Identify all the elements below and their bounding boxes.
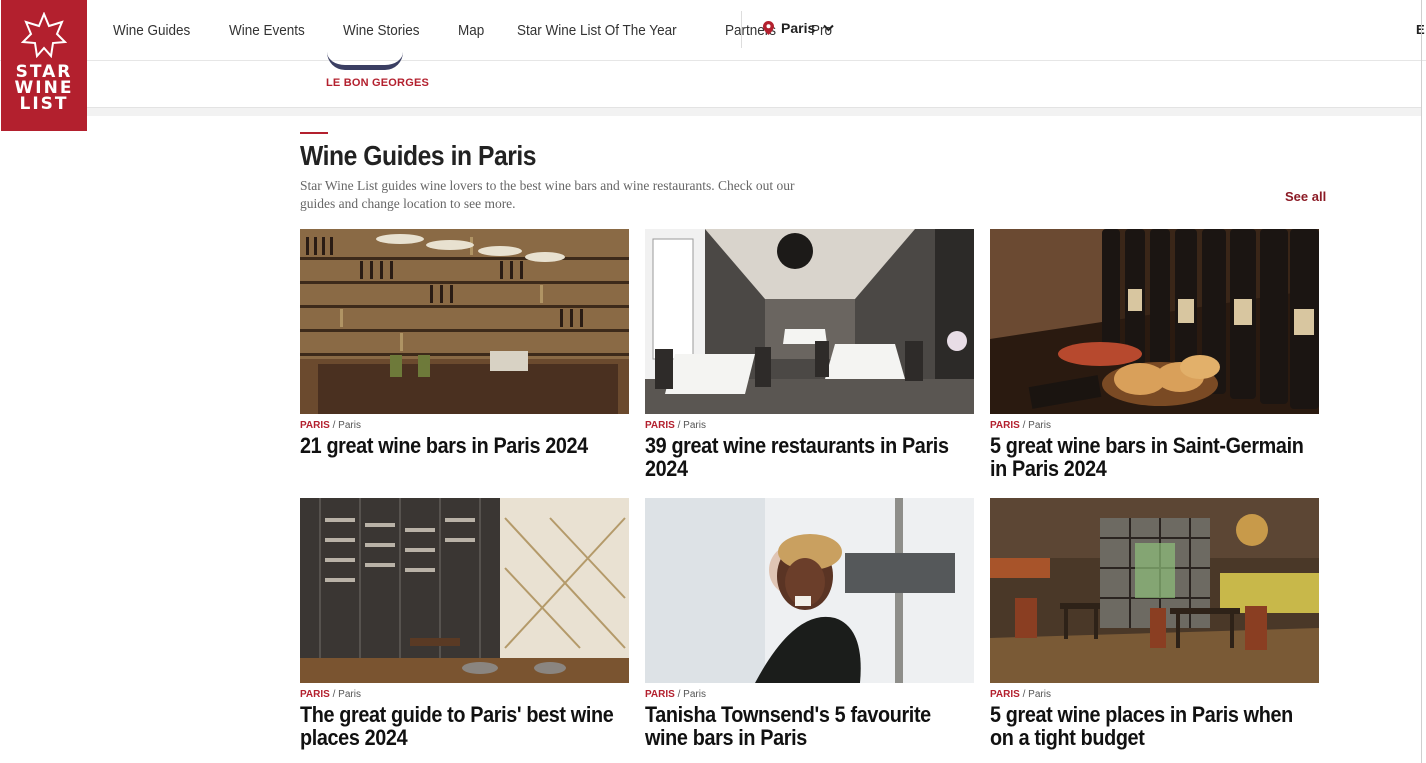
guide-title[interactable]: 21 great wine bars in Paris 2024 [300,434,624,457]
guide-location: PARIS / Paris [300,689,361,700]
nav-wine-stories[interactable]: Wine Stories [343,22,420,39]
nav-divider [741,11,742,48]
guide-image-restaurant[interactable] [645,229,974,414]
nav-wine-guides[interactable]: Wine Guides [113,22,190,39]
guide-image-bottles-bread[interactable] [990,229,1319,414]
guide-location: PARIS / Paris [990,689,1051,700]
guide-location: PARIS / Paris [645,420,706,431]
guide-location: PARIS / Paris [645,689,706,700]
guide-card[interactable]: PARIS / Paris 5 great wine places in Par… [990,498,1319,749]
guide-location: PARIS / Paris [990,420,1051,431]
guide-card[interactable]: PARIS / Paris Tanisha Townsend's 5 favou… [645,498,974,749]
location-selector[interactable]: Paris [763,20,834,36]
guide-image-portrait[interactable] [645,498,974,683]
guide-title[interactable]: 39 great wine restaurants in Paris 2024 [645,434,969,480]
restaurant-name[interactable]: LE BON GEORGES [326,77,429,89]
guide-location: PARIS / Paris [300,420,361,431]
section-divider [87,108,1422,116]
featured-strip [87,61,1422,108]
guide-card[interactable]: PARIS / Paris 5 great wine bars in Saint… [990,229,1319,480]
chevron-down-icon [823,24,834,32]
guide-image-wine-shop[interactable] [300,229,629,414]
map-pin-icon [763,21,774,35]
guide-image-wine-bar[interactable] [990,498,1319,683]
guide-title[interactable]: Tanisha Townsend's 5 favourite wine bars… [645,703,969,749]
location-label: Paris [781,20,816,36]
main-nav: Wine Guides Wine Events Wine Stories Map… [113,0,865,61]
nav-star-wine-list-of-the-year[interactable]: Star Wine List Of The Year [517,22,677,39]
guide-card[interactable]: PARIS / Paris 21 great wine bars in Pari… [300,229,629,457]
title-accent [300,132,328,134]
section-title: Wine Guides in Paris [300,140,537,171]
guide-card[interactable]: PARIS / Paris 39 great wine restaurants … [645,229,974,480]
nav-wine-events[interactable]: Wine Events [229,22,305,39]
guide-image-wine-cellar[interactable] [300,498,629,683]
guide-card[interactable]: PARIS / Paris The great guide to Paris' … [300,498,629,749]
page-edge [1421,0,1422,763]
guide-title[interactable]: 5 great wine places in Paris when on a t… [990,703,1314,749]
section-description: Star Wine List guides wine lovers to the… [300,178,795,211]
star-wine-list-logo[interactable]: STAR WINE LIST [1,0,87,131]
logo-text: STAR WINE LIST [14,62,74,114]
guide-title[interactable]: The great guide to Paris' best wine plac… [300,703,624,749]
guide-title[interactable]: 5 great wine bars in Saint-Germain in Pa… [990,434,1314,480]
restaurant-logo [327,52,403,70]
nav-map[interactable]: Map [458,22,484,39]
see-all-link[interactable]: See all [1285,189,1326,204]
star-logo-icon [21,12,67,58]
